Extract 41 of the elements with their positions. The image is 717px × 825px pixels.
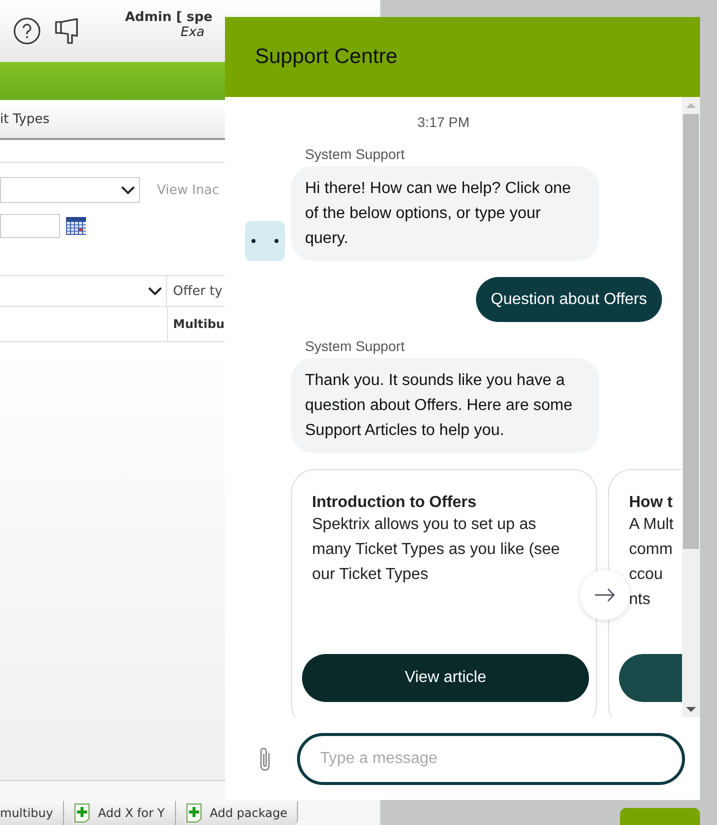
table-cell: Multibu <box>173 317 225 331</box>
card-text: A Mult <box>629 515 674 535</box>
view-article-button[interactable]: View article <box>302 654 589 702</box>
card-text: comm <box>629 540 674 560</box>
card-text: our Ticket Types <box>312 565 430 585</box>
message-bubble: Thank you. It sounds like you have a question about Offers. Here are some Support Articles to help you. <box>291 358 599 453</box>
card-title: How t <box>629 494 674 512</box>
user-label: Admin [ spe <box>125 10 212 25</box>
card-text: ccou <box>629 565 664 585</box>
arrow-right-icon <box>594 588 616 602</box>
attachment-icon[interactable] <box>258 744 272 772</box>
message-input[interactable]: Type a message <box>297 732 685 784</box>
message-bubble: Hi there! How can we help? Click one of the below options, or type your query. <box>291 166 599 261</box>
scrollbar[interactable] <box>682 97 700 717</box>
card-title: Introduction to Offers <box>312 494 478 512</box>
help-icon[interactable] <box>13 17 41 45</box>
toolbar-button[interactable]: Add X for Y <box>64 801 176 825</box>
card-text: Spektrix allows you to set up as <box>312 515 538 535</box>
sender-name: System Support <box>305 338 406 354</box>
toolbar-button[interactable]: multibuy <box>0 801 64 825</box>
bot-avatar-icon <box>245 221 285 261</box>
add-document-icon <box>186 803 202 823</box>
scroll-down-icon[interactable] <box>686 707 696 713</box>
user-message-bubble: Question about Offers <box>476 277 662 322</box>
toolbar-button[interactable]: Add package <box>176 801 298 825</box>
add-document-icon <box>74 803 90 823</box>
scroll-up-icon[interactable] <box>686 102 696 108</box>
chevron-icon <box>121 186 135 194</box>
dropdown-field[interactable] <box>0 177 140 203</box>
tab[interactable]: it Types <box>0 112 50 126</box>
column-header[interactable]: Offer ty <box>173 284 222 298</box>
sender-name: System Support <box>305 146 406 162</box>
calendar-icon[interactable] <box>66 217 86 235</box>
card-text: nts <box>629 590 652 610</box>
chevron-icon <box>148 286 162 296</box>
timestamp: 3:17 PM <box>417 114 470 130</box>
date-field[interactable] <box>0 214 60 238</box>
subtitle: Exa <box>180 25 204 40</box>
next-arrow-button[interactable] <box>580 570 630 620</box>
card-text: many Ticket Types as you like (see <box>312 540 561 560</box>
chat-title: Support Centre <box>255 45 398 69</box>
